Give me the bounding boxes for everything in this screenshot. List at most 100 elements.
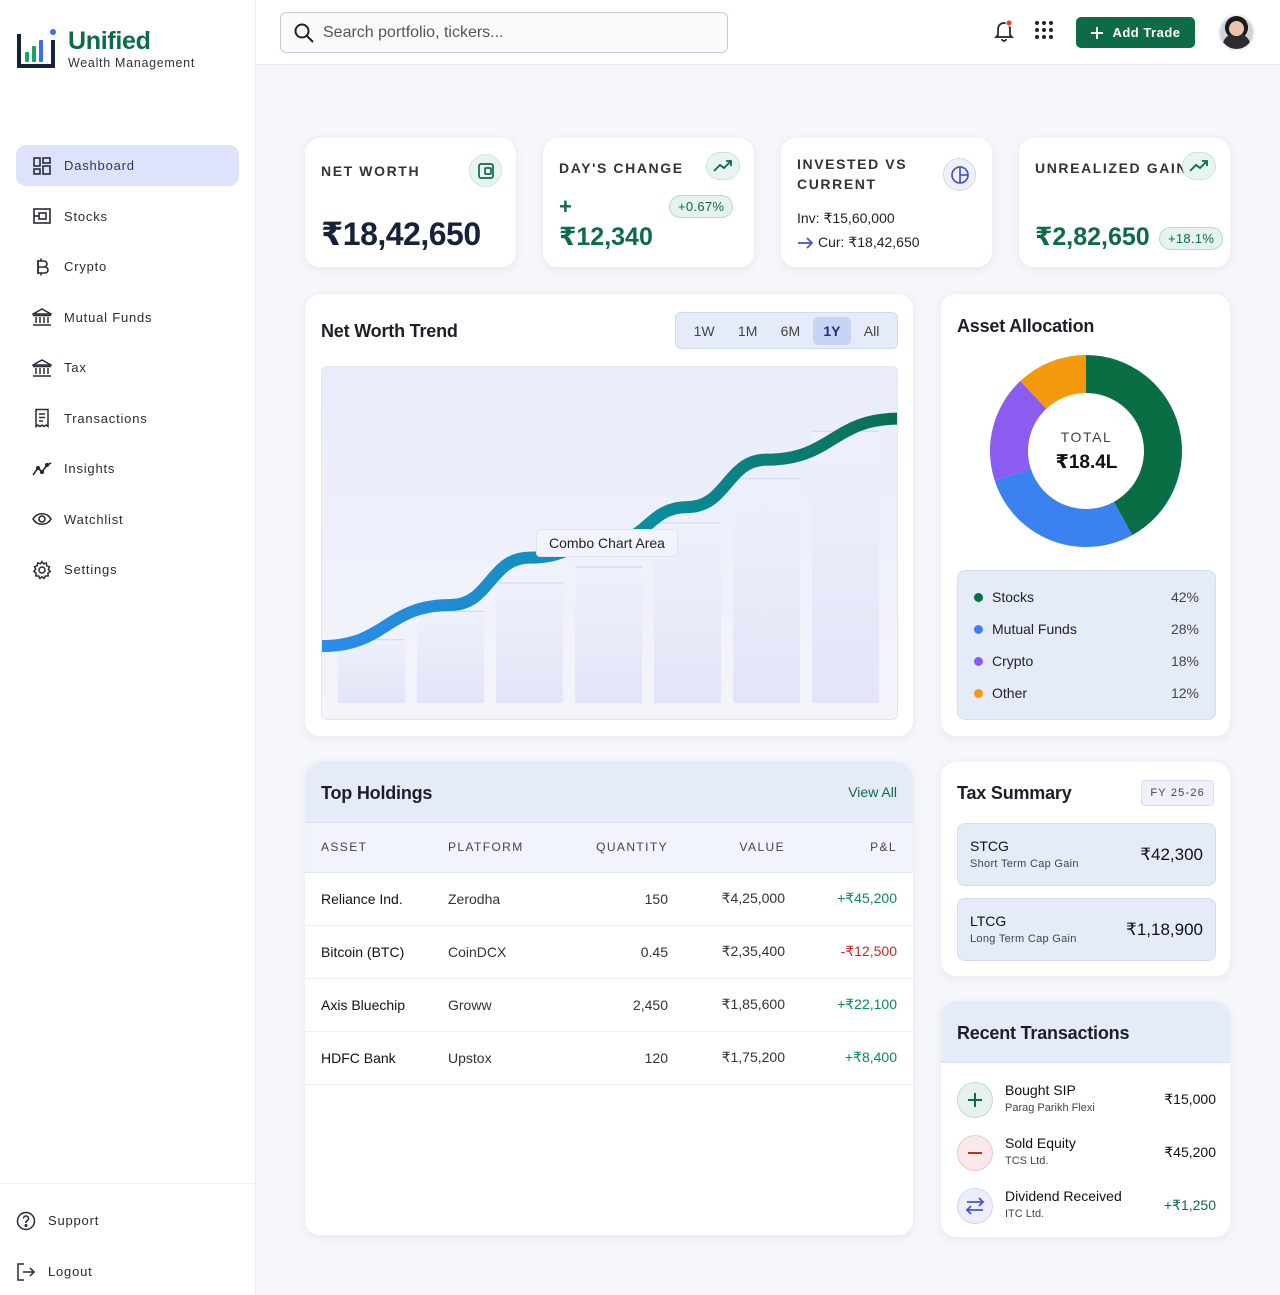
card-title: Top Holdings (321, 783, 433, 803)
trend-bar (496, 582, 563, 703)
range-1m[interactable]: 1M (728, 317, 767, 345)
col-platform: PLATFORM (448, 823, 558, 873)
tax-code: LTCG (970, 913, 1007, 929)
cell-asset: Reliance Ind. (305, 872, 448, 926)
transaction-name: Dividend Received (1005, 1188, 1122, 1204)
transaction-sub: Parag Parikh Flexi (1005, 1102, 1095, 1114)
trend-icon (32, 461, 52, 475)
trend-up-icon (706, 152, 740, 180)
bell-icon[interactable] (992, 18, 1016, 42)
sidebar-item-insights[interactable]: Insights (16, 448, 239, 489)
legend-label: Stocks (992, 589, 1035, 605)
tax-item-ltcg[interactable]: LTCG Long Term Cap Gain ₹1,18,900 (957, 898, 1216, 961)
arrow-right-icon (798, 236, 814, 249)
avatar[interactable] (1218, 14, 1255, 51)
search-box[interactable] (280, 12, 728, 53)
sidebar-item-watchlist[interactable]: Watchlist (16, 499, 239, 540)
sidebar-item-tax[interactable]: Tax (16, 347, 239, 388)
stat-label: DAY'S CHANGE (559, 160, 684, 176)
sidebar-item-crypto[interactable]: Crypto (16, 246, 239, 287)
transaction-item[interactable]: Bought SIP Parag Parikh Flexi ₹15,000 (957, 1080, 1216, 1124)
sidebar-item-label: Insights (64, 461, 116, 476)
recent-transactions-card: Recent Transactions Bought SIP Parag Par… (940, 1001, 1231, 1238)
asset-allocation-card: Asset Allocation TOTAL ₹18.4L Stocks 42% … (940, 293, 1231, 737)
transaction-name: Bought SIP (1005, 1082, 1076, 1098)
cell-value: ₹1,75,200 (668, 1031, 785, 1085)
search-input[interactable] (323, 23, 703, 42)
swap-icon (957, 1188, 993, 1224)
col-value: VALUE (668, 823, 785, 873)
legend-dot (974, 592, 983, 602)
eye-icon (32, 512, 52, 526)
unrealized-gain-value: ₹2,82,650 (1035, 223, 1150, 251)
search-icon (294, 23, 314, 43)
brand-name: Unified (68, 26, 151, 55)
bank-icon (32, 358, 52, 377)
top-holdings-card: Top Holdings View All ASSET PLATFORM QUA… (304, 761, 914, 1236)
transaction-item[interactable]: Dividend Received ITC Ltd. +₹1,250 (957, 1186, 1216, 1230)
cell-asset: HDFC Bank (305, 1031, 448, 1085)
table-row[interactable]: Axis Bluechip Groww 2,450 ₹1,85,600 +₹22… (305, 978, 913, 1032)
card-title: Net Worth Trend (321, 321, 458, 341)
sidebar-item-transactions[interactable]: Transactions (16, 398, 239, 439)
invested-amount: Inv: ₹15,60,000 (797, 210, 895, 226)
trend-bar (575, 567, 642, 703)
receipt-icon (35, 408, 49, 428)
range-selector: 1W 1M 6M 1Y All (675, 312, 898, 349)
wallet-icon (469, 154, 502, 187)
range-all[interactable]: All (854, 317, 890, 345)
sidebar-item-label: Mutual Funds (64, 309, 153, 325)
transaction-sub: TCS Ltd. (1005, 1155, 1049, 1167)
donut-center-value: ₹18.4L (1055, 452, 1118, 473)
cell-quantity: 2,450 (558, 978, 668, 1032)
cell-platform: Upstox (448, 1031, 558, 1085)
table-header-row: ASSET PLATFORM QUANTITY VALUE P&L (305, 823, 913, 873)
table-row[interactable]: Reliance Ind. Zerodha 150 ₹4,25,000 +₹45… (305, 872, 913, 926)
sidebar-item-logout[interactable]: Logout (0, 1251, 255, 1292)
range-1y[interactable]: 1Y (813, 316, 851, 345)
table-row[interactable]: Bitcoin (BTC) CoinDCX 0.45 ₹2,35,400 -₹1… (305, 925, 913, 979)
legend-label: Other (992, 685, 1028, 701)
sidebar-nav: Dashboard Stocks Crypto Mutual Funds Tax… (16, 145, 239, 600)
sidebar: Unified Wealth Management Dashboard Stoc… (0, 0, 256, 1295)
legend-item: Crypto 18% (974, 645, 1199, 677)
range-6m[interactable]: 6M (771, 317, 810, 345)
sidebar-item-support[interactable]: Support (0, 1200, 255, 1241)
cell-pnl: +₹45,200 (785, 872, 913, 926)
cell-quantity: 120 (558, 1031, 668, 1085)
legend-item: Other 12% (974, 677, 1199, 709)
sidebar-item-settings[interactable]: Settings (16, 549, 239, 590)
range-1w[interactable]: 1W (684, 317, 725, 345)
allocation-legend: Stocks 42% Mutual Funds 28% Crypto 18% Othe… (957, 570, 1216, 720)
sidebar-item-dashboard[interactable]: Dashboard (16, 145, 239, 186)
transaction-amount: ₹15,000 (1164, 1091, 1216, 1107)
stocks-icon (33, 208, 51, 224)
legend-label: Crypto (992, 653, 1034, 669)
transaction-item[interactable]: Sold Equity TCS Ltd. ₹45,200 (957, 1133, 1216, 1177)
day-change-pill: +0.67% (669, 195, 734, 218)
tax-summary-card: Tax Summary FY 25-26 STCG Short Term Cap… (940, 761, 1231, 977)
sidebar-item-stocks[interactable]: Stocks (16, 196, 239, 237)
table-row[interactable]: HDFC Bank Upstox 120 ₹1,75,200 +₹8,400 (305, 1031, 913, 1085)
sidebar-item-label: Support (48, 1213, 100, 1228)
add-trade-button[interactable]: Add Trade (1076, 17, 1195, 48)
holdings-table: ASSET PLATFORM QUANTITY VALUE P&L Relian… (305, 823, 913, 1085)
donut-slice-mutual-funds[interactable] (994, 468, 1133, 547)
card-title: Tax Summary (957, 783, 1072, 803)
brand[interactable]: Unified Wealth Management (16, 26, 195, 70)
tax-item-stcg[interactable]: STCG Short Term Cap Gain ₹42,300 (957, 823, 1216, 886)
transaction-amount: ₹45,200 (1164, 1144, 1216, 1160)
chart-area: Combo Chart Area (321, 366, 898, 720)
sidebar-item-mutual-funds[interactable]: Mutual Funds (16, 297, 239, 338)
cell-quantity: 150 (558, 872, 668, 926)
legend-dot (974, 688, 983, 698)
legend-pct: 12% (1170, 685, 1199, 701)
view-all-link[interactable]: View All (848, 784, 897, 800)
cell-asset: Bitcoin (BTC) (305, 925, 448, 979)
sidebar-item-label: Transactions (64, 410, 148, 426)
trend-bar (733, 478, 800, 703)
invested-card: INVESTED VS CURRENT Inv: ₹15,60,000 Cur:… (780, 137, 993, 268)
apps-grid-icon[interactable] (1032, 18, 1056, 42)
logo-icon (17, 29, 56, 68)
cell-pnl: +₹22,100 (785, 978, 913, 1032)
